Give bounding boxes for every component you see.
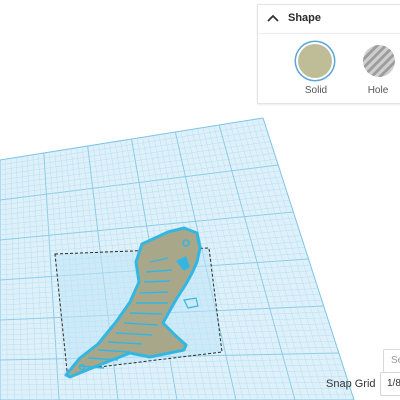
search-input[interactable]: Se bbox=[383, 349, 400, 373]
snap-grid-value: 1/8 bbox=[387, 378, 400, 389]
search-input-text: Se bbox=[391, 355, 400, 366]
shape-panel-header: Shape bbox=[258, 5, 400, 34]
panel-title: Shape bbox=[288, 12, 322, 24]
solid-label: Solid bbox=[304, 85, 328, 96]
hole-swatch[interactable] bbox=[363, 45, 395, 77]
hole-label: Hole bbox=[367, 85, 389, 96]
solid-swatch[interactable] bbox=[298, 44, 332, 78]
snap-grid-select[interactable]: 1/8 bbox=[380, 372, 400, 396]
snap-grid-label: Snap Grid bbox=[326, 378, 376, 390]
shape-panel: Shape Solid Hole bbox=[257, 4, 400, 104]
chevron-up-icon[interactable] bbox=[264, 10, 282, 28]
